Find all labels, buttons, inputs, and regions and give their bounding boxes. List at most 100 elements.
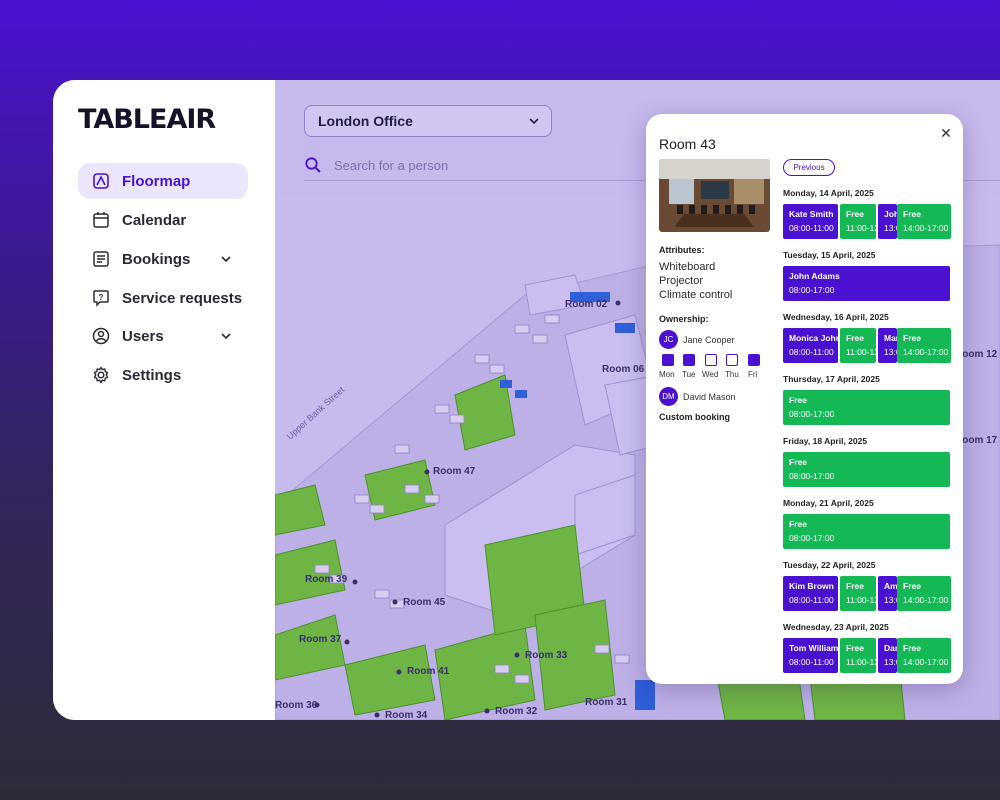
free-slot[interactable]: Free 08:00-17:00 bbox=[783, 390, 950, 425]
weekday-label: Tue bbox=[682, 370, 696, 379]
sidebar: TABLEAIR Floormap Calendar Bookings ? Se… bbox=[53, 80, 276, 720]
search-icon bbox=[304, 156, 322, 174]
slot-name: Free bbox=[903, 643, 921, 653]
room-label: Room 47 bbox=[433, 466, 476, 477]
free-slot[interactable]: Free 14:00-17:00 bbox=[897, 328, 951, 363]
room-label: Room 45 bbox=[403, 597, 446, 608]
booked-slot[interactable]: Kim Brown 08:00-11:00 bbox=[783, 576, 838, 611]
attributes-list: Whiteboard Projector Climate control bbox=[659, 260, 732, 302]
attribute-item: Climate control bbox=[659, 289, 733, 301]
booked-slot[interactable]: Mark 13:00-14:00 bbox=[878, 328, 897, 363]
slot-time: 08:00-11:00 bbox=[789, 347, 834, 357]
calendar-icon bbox=[91, 210, 111, 230]
slot-time: 08:00-11:00 bbox=[789, 223, 834, 233]
day-heading: Wednesday, 23 April, 2025 bbox=[783, 622, 889, 632]
previous-button[interactable]: Previous bbox=[783, 159, 835, 176]
gear-icon bbox=[91, 365, 111, 385]
sidebar-item-label: Calendar bbox=[122, 211, 187, 229]
free-slot[interactable]: Free 11:00-13:00 bbox=[840, 638, 876, 673]
sidebar-item-floormap[interactable]: Floormap bbox=[78, 163, 248, 199]
room-label: Room 06 bbox=[602, 364, 645, 375]
weekday-checkbox-fri[interactable] bbox=[748, 354, 760, 366]
day-heading: Monday, 21 April, 2025 bbox=[783, 498, 874, 508]
day-heading: Thursday, 17 April, 2025 bbox=[783, 374, 880, 384]
booked-slot[interactable]: Monica Johnson 08:00-11:00 bbox=[783, 328, 838, 363]
weekday-checkbox-thu[interactable] bbox=[726, 354, 738, 366]
slot-name: Monica Johnson bbox=[789, 333, 838, 343]
slot-name: Amy bbox=[884, 581, 897, 591]
chevron-down-icon bbox=[527, 114, 541, 128]
slot-time: 11:00-13:00 bbox=[846, 347, 876, 357]
slot-name: Free bbox=[789, 519, 807, 529]
svg-text:?: ? bbox=[99, 293, 104, 302]
avatar: DM bbox=[659, 387, 678, 406]
room-label: Room 37 bbox=[299, 634, 342, 645]
free-slot[interactable]: Free 14:00-17:00 bbox=[897, 576, 951, 611]
sidebar-item-service-requests[interactable]: ? Service requests bbox=[78, 280, 248, 316]
booked-slot[interactable]: Kate Smith 08:00-11:00 bbox=[783, 204, 838, 239]
weekday-label: Mon bbox=[659, 370, 675, 379]
slot-time: 08:00-17:00 bbox=[789, 285, 835, 295]
free-slot[interactable]: Free 08:00-17:00 bbox=[783, 452, 950, 487]
owner-name: David Mason bbox=[683, 392, 736, 402]
weekday-label: Wed bbox=[702, 370, 719, 379]
sidebar-item-label: Service requests bbox=[122, 289, 243, 307]
weekday-checkbox-tue[interactable] bbox=[683, 354, 695, 366]
room-label: Room 41 bbox=[407, 666, 450, 677]
booked-slot[interactable]: Tom Williams 08:00-11:00 bbox=[783, 638, 838, 673]
slot-time: 08:00-17:00 bbox=[789, 471, 835, 481]
slot-name: Free bbox=[846, 333, 864, 343]
free-slot[interactable]: Free 11:00-13:00 bbox=[840, 328, 876, 363]
booked-slot[interactable]: Dan 13:00-14:00 bbox=[878, 638, 897, 673]
room-title: Room 43 bbox=[659, 136, 716, 152]
chevron-down-icon[interactable] bbox=[218, 251, 234, 267]
close-icon[interactable]: ✕ bbox=[939, 126, 953, 140]
attribute-item: Whiteboard bbox=[659, 261, 716, 273]
slot-time: 11:00-13:00 bbox=[846, 657, 876, 667]
room-label: Room 32 bbox=[495, 706, 538, 717]
sidebar-item-calendar[interactable]: Calendar bbox=[78, 202, 248, 238]
chevron-down-icon[interactable] bbox=[218, 328, 234, 344]
floormap-icon bbox=[91, 171, 111, 191]
booked-slot[interactable]: Amy 13:00-14:00 bbox=[878, 576, 897, 611]
custom-booking-link[interactable]: Custom booking bbox=[659, 412, 730, 422]
attribute-item: Projector bbox=[659, 275, 704, 287]
room-details-panel: Room 43 ✕ Attributes: Whiteboard Project… bbox=[646, 114, 963, 684]
slot-time: 14:00-17:00 bbox=[903, 657, 949, 667]
slot-time: 11:00-13:00 bbox=[846, 223, 876, 233]
free-slot[interactable]: Free 08:00-17:00 bbox=[783, 514, 950, 549]
slot-name: John bbox=[884, 209, 897, 219]
search-input[interactable] bbox=[332, 156, 636, 174]
day-heading: Wednesday, 16 April, 2025 bbox=[783, 312, 889, 322]
sidebar-item-label: Bookings bbox=[122, 250, 191, 268]
free-slot[interactable]: Free 14:00-17:00 bbox=[897, 638, 951, 673]
room-label: Room 39 bbox=[305, 574, 348, 585]
tableair-logo: TABLEAIR bbox=[78, 104, 216, 135]
room-label: Room 33 bbox=[525, 650, 568, 661]
slot-name: Free bbox=[903, 333, 921, 343]
free-slot[interactable]: Free 11:00-13:00 bbox=[840, 204, 876, 239]
sidebar-item-settings[interactable]: Settings bbox=[78, 357, 248, 393]
slot-time: 14:00-17:00 bbox=[903, 595, 949, 605]
booked-slot[interactable]: John 13:00-14:00 bbox=[878, 204, 897, 239]
slot-name: Free bbox=[846, 643, 864, 653]
attributes-heading: Attributes: bbox=[659, 245, 705, 255]
slot-time: 13:00-14:00 bbox=[884, 347, 897, 357]
location-select[interactable]: London Office bbox=[304, 105, 552, 137]
location-select-value: London Office bbox=[318, 113, 413, 129]
free-slot[interactable]: Free 14:00-17:00 bbox=[897, 204, 951, 239]
ownership-heading: Ownership: bbox=[659, 314, 709, 324]
free-slot[interactable]: Free 11:00-13:00 bbox=[840, 576, 876, 611]
room-photo bbox=[659, 159, 770, 232]
sidebar-item-users[interactable]: Users bbox=[78, 318, 248, 354]
slot-time: 13:00-14:00 bbox=[884, 223, 897, 233]
booked-slot[interactable]: John Adams 08:00-17:00 bbox=[783, 266, 950, 301]
service-requests-icon: ? bbox=[91, 288, 111, 308]
weekday-checkbox-mon[interactable] bbox=[662, 354, 674, 366]
slot-name: Mark bbox=[884, 333, 897, 343]
avatar: JC bbox=[659, 330, 678, 349]
sidebar-item-bookings[interactable]: Bookings bbox=[78, 241, 248, 277]
slot-time: 08:00-11:00 bbox=[789, 595, 834, 605]
weekday-checkbox-wed[interactable] bbox=[705, 354, 717, 366]
slot-time: 08:00-17:00 bbox=[789, 533, 835, 543]
